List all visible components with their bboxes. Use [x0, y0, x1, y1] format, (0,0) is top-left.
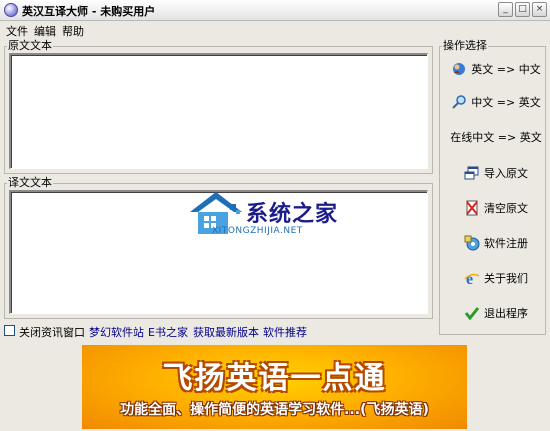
watermark-domain: XITONGZHIJIA.NET	[212, 226, 303, 236]
title-bar[interactable]: 英汉互译大师 - 未购买用户 _ □ ×	[0, 0, 550, 21]
link-latest-version[interactable]: 获取最新版本	[193, 324, 259, 340]
clear-document-icon	[464, 200, 480, 216]
ad-banner[interactable]: 飞扬英语一点通 功能全面、操作简便的英语学习软件...(飞扬英语)	[82, 345, 467, 429]
cn-to-en-label: 中文 => 英文	[471, 96, 541, 109]
svg-text:e: e	[466, 271, 473, 286]
magnifier-icon	[451, 94, 467, 110]
target-text-label: 译文文本	[7, 176, 53, 190]
watermark-brand: 系统之家	[246, 202, 339, 227]
ad-title: 飞扬英语一点通	[162, 361, 387, 396]
clear-source-label: 清空原文	[484, 202, 528, 215]
watermark-logo: 系统之家 XITONGZHIJIA.NET	[188, 190, 368, 250]
app-icon	[4, 3, 18, 17]
exit-label: 退出程序	[484, 307, 528, 320]
link-ebook-home[interactable]: E书之家	[148, 324, 188, 340]
menu-help[interactable]: 帮助	[62, 23, 84, 39]
menu-edit[interactable]: 编辑	[34, 23, 56, 39]
cn-to-en-button[interactable]: 中文 => 英文	[446, 89, 546, 115]
maximize-button[interactable]: □	[515, 2, 530, 17]
menu-file[interactable]: 文件	[6, 23, 28, 39]
ad-subtitle: 功能全面、操作简便的英语学习软件...(飞扬英语)	[120, 402, 429, 418]
close-button[interactable]: ×	[532, 2, 547, 17]
import-window-icon	[464, 165, 480, 181]
source-text-label: 原文文本	[7, 39, 53, 53]
green-check-icon	[464, 305, 480, 321]
source-text-area[interactable]	[9, 53, 428, 169]
en-to-cn-label: 英文 => 中文	[471, 63, 541, 76]
about-us-button[interactable]: e 关于我们	[446, 265, 546, 291]
close-news-label[interactable]: 关闭资讯窗口	[19, 324, 85, 340]
about-us-label: 关于我们	[484, 272, 528, 285]
online-cn-to-en-button[interactable]: 在线中文 => 英文	[446, 124, 546, 150]
register-label: 软件注册	[484, 237, 528, 250]
register-button[interactable]: 软件注册	[446, 230, 546, 256]
link-software-recommend[interactable]: 软件推荐	[263, 324, 307, 340]
minimize-button[interactable]: _	[498, 2, 513, 17]
clear-source-button[interactable]: 清空原文	[446, 195, 546, 221]
globe-user-icon	[451, 61, 467, 77]
menu-bar: 文件 编辑 帮助	[0, 21, 550, 38]
browser-e-icon: e	[464, 270, 480, 288]
register-disc-icon	[464, 235, 480, 251]
link-dream-software[interactable]: 梦幻软件站	[89, 324, 144, 340]
online-cn-to-en-label: 在线中文 => 英文	[450, 131, 542, 144]
import-source-label: 导入原文	[484, 167, 528, 180]
exit-button[interactable]: 退出程序	[446, 300, 546, 326]
operations-label: 操作选择	[442, 39, 488, 53]
window-title: 英汉互译大师 - 未购买用户	[22, 5, 156, 18]
close-news-checkbox[interactable]	[4, 325, 15, 336]
en-to-cn-button[interactable]: 英文 => 中文	[446, 56, 546, 82]
import-source-button[interactable]: 导入原文	[446, 160, 546, 186]
